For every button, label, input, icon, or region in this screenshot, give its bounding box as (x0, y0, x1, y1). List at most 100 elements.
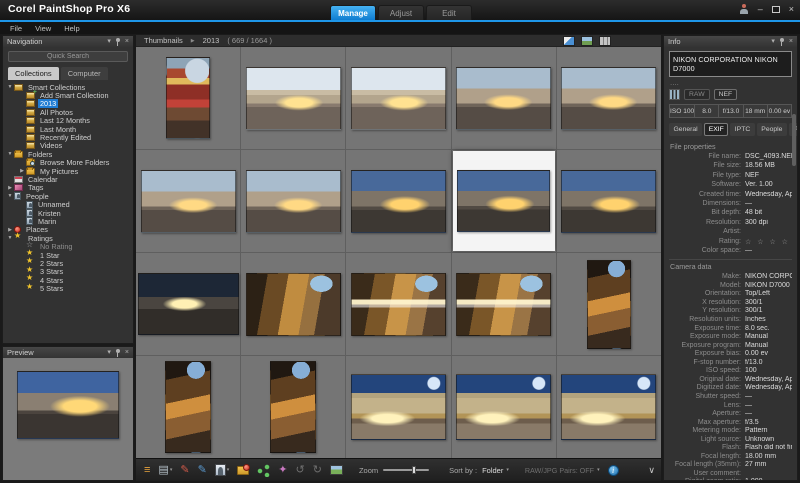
quick-search-input[interactable] (8, 51, 128, 62)
tree-item-add-smart-collection[interactable]: Add Smart Collection (3, 91, 133, 99)
info-row-value: 18.00 mm (745, 453, 792, 462)
tree-item-places[interactable]: ▶Places (3, 226, 133, 234)
thumbnail-image[interactable] (456, 67, 551, 130)
tree-item-tags[interactable]: ▶Tags (3, 184, 133, 192)
rotate-left-icon[interactable]: ↺ (294, 463, 307, 477)
close-panel-icon[interactable]: × (125, 349, 129, 357)
image-tray-icon[interactable]: ▤▾ (156, 463, 174, 477)
info-tab-exif[interactable]: EXIF (704, 123, 728, 136)
selected-thumbnail-image[interactable] (457, 170, 550, 232)
zoom-slider-thumb[interactable] (412, 466, 416, 474)
tree-right-arrow-icon[interactable]: ▶ (6, 185, 14, 191)
breadcrumb-folder[interactable]: 2013 (203, 36, 220, 45)
thumbnail-image[interactable] (351, 374, 446, 440)
raw-jpg-pairs-toggle[interactable]: RAW/JPG Pairs: OFF ▾ (525, 466, 600, 475)
thumbnail-image[interactable] (246, 170, 341, 233)
minimize-icon[interactable]: – (758, 4, 763, 14)
thumbnail-image[interactable] (351, 273, 446, 336)
thumbnail-image[interactable] (561, 170, 656, 233)
pin-icon[interactable] (115, 38, 121, 46)
thumbnail-image[interactable] (246, 273, 341, 336)
mode-tab-adjust[interactable]: Adjust (378, 5, 424, 20)
thumbnail-image[interactable] (561, 67, 656, 130)
mode-tab-manage[interactable]: Manage (330, 5, 376, 20)
thumbnail-image[interactable] (351, 67, 446, 130)
thumbnail-image[interactable] (351, 170, 446, 233)
places-icon (237, 466, 249, 475)
tree-down-arrow-icon[interactable]: ▼ (6, 84, 14, 90)
info-tab-general[interactable]: General (669, 123, 702, 136)
effects-icon[interactable]: ✦ (276, 463, 289, 477)
tree-item-2-stars[interactable]: 2 Stars (3, 259, 133, 267)
info-row: User comment: (669, 470, 792, 479)
tree-item-4-stars[interactable]: 4 Stars (3, 276, 133, 284)
tree-item-recently-edited[interactable]: Recently Edited (3, 133, 133, 141)
collapse-panel-icon[interactable]: ∨ (648, 465, 655, 476)
thumbnail-image[interactable] (246, 67, 341, 130)
thumbnail-image[interactable] (165, 361, 211, 453)
info-row-value: NEF (745, 172, 792, 181)
pin-icon[interactable] (779, 38, 785, 46)
people-tag-icon[interactable]: ▾ (213, 463, 232, 477)
thumbnail-grid-icon[interactable] (599, 36, 611, 46)
close-icon[interactable]: × (789, 4, 794, 14)
tree-item-unnamed[interactable]: Unnamed (3, 200, 133, 208)
close-panel-icon[interactable]: × (125, 38, 129, 46)
mode-tab-edit[interactable]: Edit (426, 5, 472, 20)
rollup-icon[interactable]: ▾ (771, 38, 775, 46)
red-brush-icon[interactable]: ✎ (178, 463, 191, 477)
info-tab-iptc[interactable]: IPTC (730, 123, 754, 136)
thumbnail-image[interactable] (456, 273, 551, 336)
thumbnail-image[interactable] (138, 273, 239, 335)
menu-file[interactable]: File (10, 24, 22, 33)
tree-item-calendar[interactable]: Calendar (3, 175, 133, 183)
thumbnail-image[interactable] (587, 260, 631, 349)
nav-tab-computer[interactable]: Computer (61, 67, 108, 80)
tree-item-1-star[interactable]: 1 Star (3, 251, 133, 259)
menu-help[interactable]: Help (64, 24, 79, 33)
rotate-right-icon[interactable]: ↻ (311, 463, 324, 477)
zoom-slider[interactable] (383, 469, 429, 471)
tree-item-videos[interactable]: Videos (3, 142, 133, 150)
tree-down-arrow-icon[interactable]: ▼ (6, 151, 14, 157)
close-panel-icon[interactable]: × (789, 38, 793, 46)
blue-brush-icon[interactable]: ✎ (196, 463, 209, 477)
thumbnail-image[interactable] (561, 374, 656, 440)
thumbnail-image[interactable] (166, 57, 210, 139)
tree-item-kristen[interactable]: Kristen (3, 209, 133, 217)
view-swirl-icon[interactable] (563, 36, 575, 46)
thumbnail-image[interactable] (270, 361, 316, 453)
share-icon[interactable] (255, 463, 272, 478)
info-help-icon[interactable] (608, 465, 619, 476)
pin-icon[interactable] (115, 349, 121, 357)
sort-by-dropdown[interactable]: Folder ▾ (482, 466, 509, 475)
tree-down-arrow-icon[interactable]: ▼ (6, 193, 14, 199)
rollup-icon[interactable]: ▾ (107, 38, 111, 46)
tree-item-marin[interactable]: Marin (3, 217, 133, 225)
collage-icon[interactable] (328, 464, 345, 476)
info-tab-people[interactable]: People (757, 123, 787, 136)
menu-view[interactable]: View (35, 24, 51, 33)
account-icon[interactable] (739, 4, 749, 14)
tree-item-3-stars[interactable]: 3 Stars (3, 268, 133, 276)
navigation-panel-title: Navigation (7, 37, 42, 46)
thumbnail-image[interactable] (141, 170, 236, 233)
preview-image[interactable] (17, 371, 119, 439)
rollup-icon[interactable]: ▾ (107, 349, 111, 357)
info-row-value: Wednesday, April 2... (745, 384, 792, 393)
scrollbar-thumb[interactable] (792, 114, 796, 166)
nav-tab-collections[interactable]: Collections (8, 67, 59, 80)
thumbnail-image[interactable] (456, 374, 551, 440)
nav-toggle-icon[interactable]: ≡ (142, 463, 152, 477)
restore-icon[interactable] (772, 6, 780, 13)
tree-right-arrow-icon[interactable]: ▶ (6, 227, 14, 233)
tree-item-no-rating[interactable]: No Rating (3, 242, 133, 250)
breadcrumb-root[interactable]: Thumbnails (144, 36, 183, 45)
preview-mode-icon[interactable] (581, 36, 593, 46)
tree-right-arrow-icon[interactable]: ▶ (18, 168, 26, 174)
tree-item-5-stars[interactable]: 5 Stars (3, 284, 133, 292)
person-icon (26, 217, 33, 225)
tree-down-arrow-icon[interactable]: ▼ (6, 235, 14, 241)
places-icon[interactable] (235, 465, 251, 476)
tree-item-my-pictures[interactable]: ▶My Pictures (3, 167, 133, 175)
